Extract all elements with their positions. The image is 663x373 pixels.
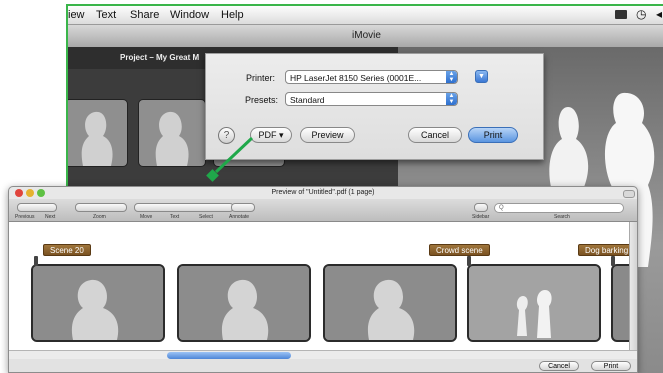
preview-title: Preview of "Untitled".pdf (1 page)	[271, 189, 375, 196]
minimize-icon[interactable]	[26, 189, 34, 197]
menu-item-window[interactable]: Window	[170, 9, 209, 21]
horizontal-scroll-thumb[interactable]	[167, 352, 291, 359]
menu-item-view[interactable]: iew	[68, 9, 85, 21]
preview-title-bar: Preview of "Untitled".pdf (1 page)	[9, 187, 637, 199]
printer-select-value: HP LaserJet 8150 Series (0001E...	[290, 73, 422, 83]
pin-icon	[34, 256, 38, 266]
menu-item-share[interactable]: Share	[130, 9, 159, 21]
sidebar-label: Sidebar	[472, 214, 490, 220]
clip-frame	[177, 264, 311, 342]
zoom-label: Zoom	[93, 214, 106, 220]
callout-arrow-icon	[206, 136, 254, 182]
clip-frame	[31, 264, 165, 342]
close-icon[interactable]	[15, 189, 23, 197]
menu-item-text[interactable]: Text	[96, 9, 116, 21]
print-button[interactable]: Print	[468, 127, 518, 143]
pin-icon	[611, 256, 615, 266]
vertical-scrollbar[interactable]	[629, 222, 637, 350]
presets-select[interactable]: Standard ▲ ▼	[285, 92, 458, 106]
presets-select-value: Standard	[290, 95, 325, 105]
annotate-button[interactable]	[231, 203, 255, 212]
preview-toolbar: Previous Next Zoom Move Text Select Anno…	[9, 199, 637, 222]
search-icon: Q	[499, 205, 504, 211]
time-machine-icon[interactable]: ◷	[636, 7, 646, 21]
project-clip-thumbnail[interactable]	[138, 99, 206, 167]
cancel-button[interactable]: Cancel	[408, 127, 462, 143]
next-label: Next	[45, 214, 56, 220]
search-field[interactable]: Q	[494, 203, 624, 213]
printer-select[interactable]: HP LaserJet 8150 Series (0001E... ▲ ▼	[285, 70, 458, 84]
clip-tag-dog-barking: Dog barking	[578, 244, 636, 256]
toolbar-toggle-icon[interactable]	[623, 190, 635, 198]
tool-mode-segmented[interactable]	[134, 203, 234, 212]
presets-label: Presets:	[245, 95, 279, 105]
printer-label: Printer:	[246, 73, 276, 83]
clip-frame	[323, 264, 457, 342]
zoom-window-icon[interactable]	[37, 189, 45, 197]
clip-tag-scene-20: Scene 20	[43, 244, 91, 256]
previous-label: Previous	[15, 214, 35, 220]
footer-cancel-button[interactable]: Cancel	[539, 361, 579, 371]
imovie-title-bar: iMovie	[68, 25, 663, 47]
popup-arrows-icon: ▲ ▼	[446, 93, 457, 105]
sidebar-button[interactable]	[474, 203, 488, 212]
volume-icon[interactable]: ◂	[656, 7, 662, 21]
menu-item-help[interactable]: Help	[221, 9, 244, 21]
zoom-slider[interactable]	[75, 203, 127, 212]
move-label: Move	[140, 214, 153, 220]
clip-tag-crowd-scene: Crowd scene	[429, 244, 490, 256]
pin-icon	[467, 256, 471, 266]
annotate-label: Annotate	[229, 214, 250, 220]
select-label: Select	[199, 214, 213, 220]
search-label: Search	[554, 214, 570, 220]
text-label: Text	[170, 214, 180, 220]
clip-frame	[467, 264, 601, 342]
menu-bar: iew Text Share Window Help ◷ ◂	[68, 6, 663, 25]
project-clip-thumbnail[interactable]	[68, 99, 128, 167]
preview-button[interactable]: Preview	[300, 127, 355, 143]
expand-dialog-button[interactable]: ▼	[475, 70, 488, 83]
previous-next-segmented[interactable]	[17, 203, 57, 212]
display-icon[interactable]	[615, 10, 627, 19]
popup-arrows-icon: ▲ ▼	[446, 71, 457, 83]
preview-document: Scene 20 Crowd scene Dog barking	[9, 222, 637, 350]
preview-footer: Cancel Print	[9, 359, 637, 372]
footer-print-button[interactable]: Print	[591, 361, 631, 371]
preview-window: Preview of "Untitled".pdf (1 page) Previ…	[8, 186, 638, 373]
